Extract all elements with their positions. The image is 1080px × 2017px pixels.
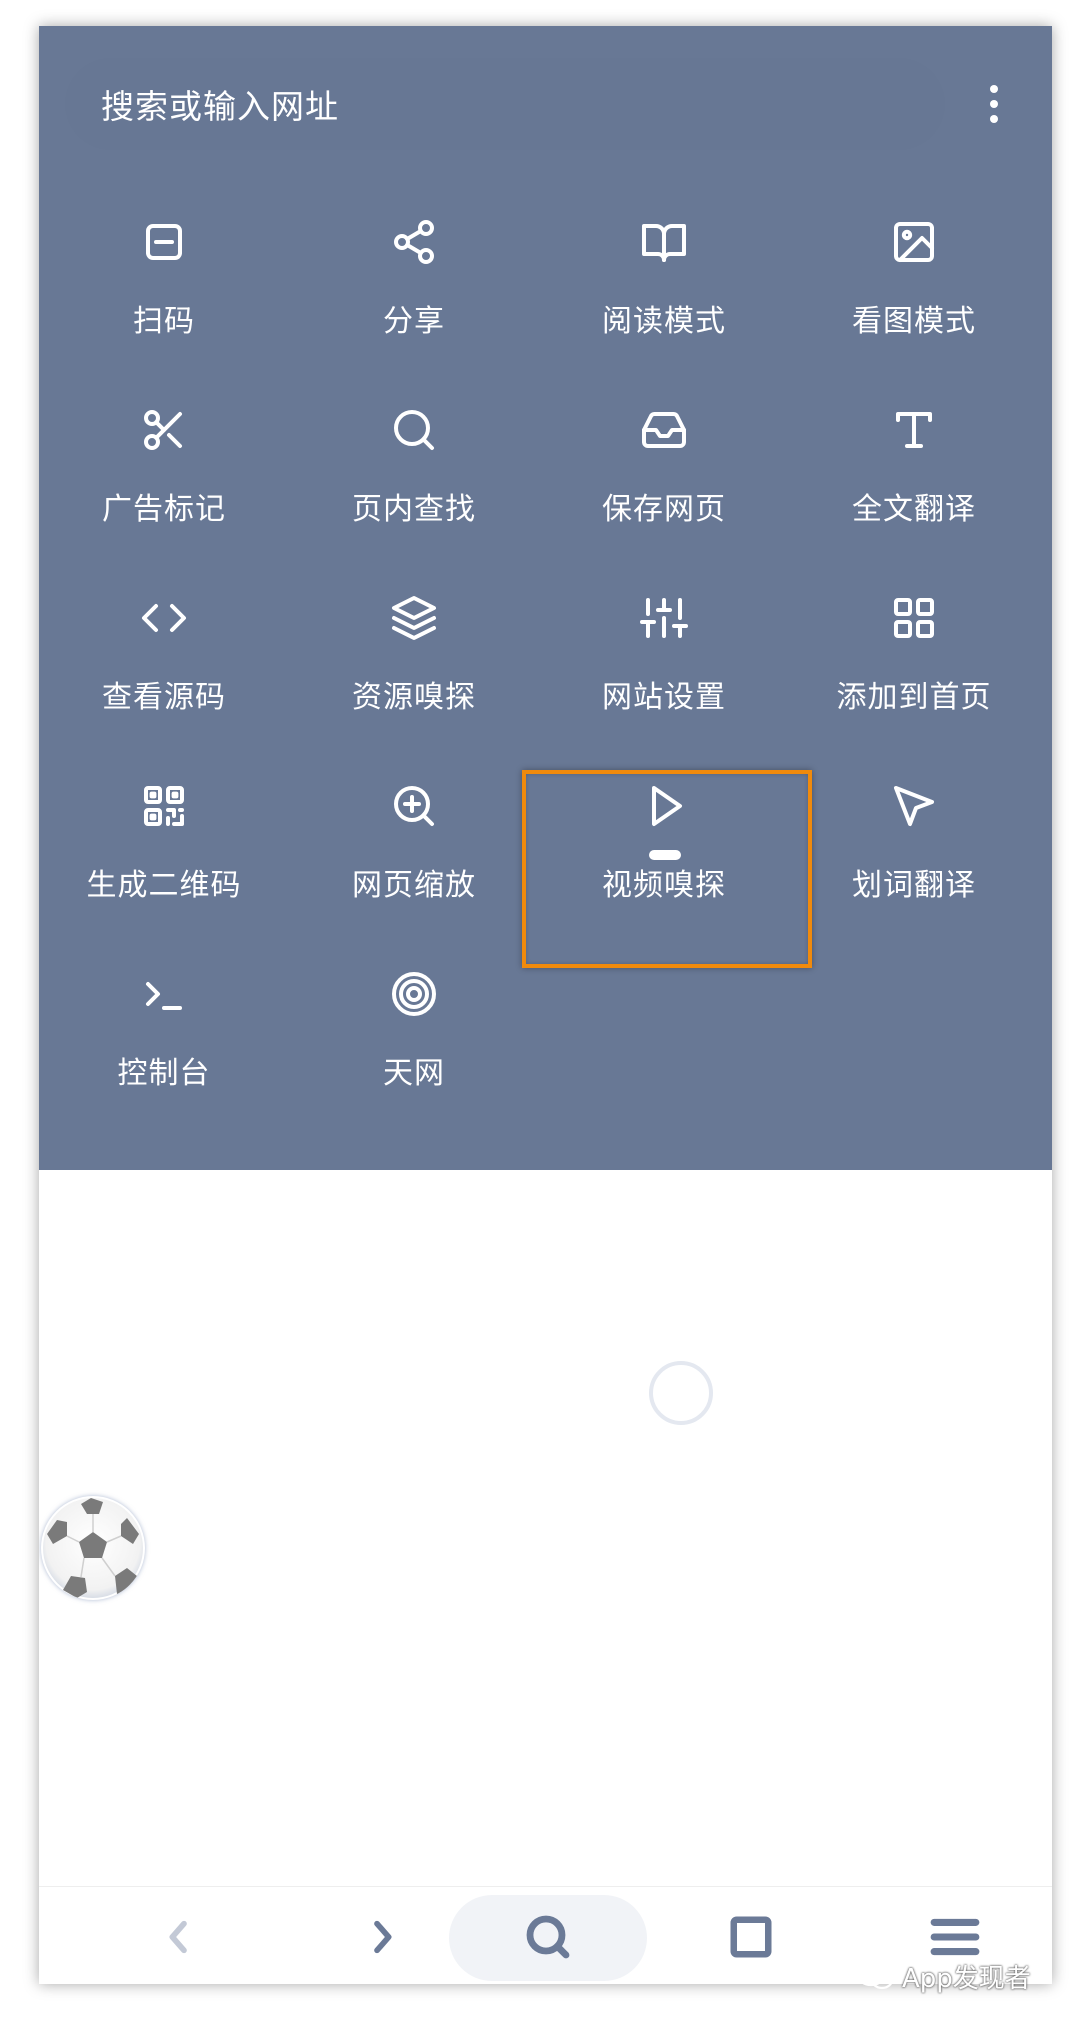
book-open-icon: [636, 214, 692, 270]
watermark: App发现者: [856, 1958, 1031, 1995]
play-underline-bar: [649, 850, 681, 860]
forward-icon: [374, 1920, 392, 1954]
scan-icon: [136, 214, 192, 270]
back-button[interactable]: [139, 1899, 219, 1975]
menu-item-scan[interactable]: 扫码: [39, 204, 289, 392]
menu-item-label: 网站设置: [602, 680, 726, 715]
menu-item-view-source[interactable]: 查看源码: [39, 580, 289, 768]
search-icon: [526, 1915, 570, 1959]
menu-item-label: 看图模式: [852, 304, 976, 339]
menu-item-label: 划词翻译: [852, 868, 976, 903]
search-bar[interactable]: 搜索或输入网址: [65, 58, 945, 150]
menu-item-label: 全文翻译: [852, 492, 976, 527]
tabs-icon: [730, 1916, 772, 1958]
menu-item-ad-marker[interactable]: 广告标记: [39, 392, 289, 580]
bottom-search-icon-button[interactable]: [508, 1899, 588, 1975]
menu-item-console[interactable]: 控制台: [39, 956, 289, 1144]
target-icon: [386, 966, 442, 1022]
menu-item-find-in-page[interactable]: 页内查找: [289, 392, 539, 580]
grid-icon: [886, 590, 942, 646]
menu-item-label: 网页缩放: [352, 868, 476, 903]
menu-item-label: 页内查找: [352, 492, 476, 527]
play-icon: [636, 778, 692, 834]
share-icon: [386, 214, 442, 270]
dot-icon: [990, 100, 998, 108]
image-icon: [886, 214, 942, 270]
menu-item-label: 广告标记: [102, 492, 226, 527]
forward-button[interactable]: [342, 1899, 422, 1975]
menu-item-image-mode[interactable]: 看图模式: [789, 204, 1039, 392]
zoom-in-icon: [386, 778, 442, 834]
menu-item-video-sniff[interactable]: 视频嗅探: [539, 768, 789, 956]
layers-icon: [386, 590, 442, 646]
menu-item-label: 天网: [383, 1056, 445, 1091]
back-icon: [169, 1920, 187, 1954]
soccer-ball-icon: [43, 1498, 143, 1598]
cursor-arrow-icon: [886, 778, 942, 834]
menu-item-save-page[interactable]: 保存网页: [539, 392, 789, 580]
menu-item-label: 查看源码: [102, 680, 226, 715]
menu-item-resource-sniff[interactable]: 资源嗅探: [289, 580, 539, 768]
text-t-icon: [886, 402, 942, 458]
menu-item-generate-qr[interactable]: 生成二维码: [39, 768, 289, 956]
search-input-placeholder[interactable]: 搜索或输入网址: [101, 80, 339, 128]
menu-item-label: 添加到首页: [836, 680, 992, 715]
dot-icon: [990, 115, 998, 123]
dot-icon: [990, 85, 998, 93]
menu-item-label: 生成二维码: [86, 868, 242, 903]
scissors-icon: [136, 402, 192, 458]
sliders-icon: [636, 590, 692, 646]
menu-item-skynet[interactable]: 天网: [289, 956, 539, 1144]
menu-item-share[interactable]: 分享: [289, 204, 539, 392]
menu-item-label: 阅读模式: [602, 304, 726, 339]
qr-code-icon: [136, 778, 192, 834]
search-icon: [386, 402, 442, 458]
menu-item-label: 资源嗅探: [352, 680, 476, 715]
inbox-icon: [636, 402, 692, 458]
menu-grid: 扫码 分享 阅读模式 看图模式 广告标记 页内查找 保存网页 全文翻译 查看源码…: [39, 204, 1052, 1144]
menu-item-page-zoom[interactable]: 网页缩放: [289, 768, 539, 956]
menu-icon: [930, 1918, 980, 1956]
menu-item-label: 控制台: [117, 1056, 211, 1091]
menu-item-label: 分享: [383, 304, 445, 339]
menu-item-label: 扫码: [133, 304, 195, 339]
floating-ball-button[interactable]: [41, 1496, 145, 1600]
more-options-button[interactable]: [959, 68, 1029, 140]
menu-item-reading-mode[interactable]: 阅读模式: [539, 204, 789, 392]
menu-item-site-settings[interactable]: 网站设置: [539, 580, 789, 768]
menu-item-word-translate[interactable]: 划词翻译: [789, 768, 1039, 956]
menu-item-add-to-home[interactable]: 添加到首页: [789, 580, 1039, 768]
code-icon: [136, 590, 192, 646]
quick-menu-panel: 搜索或输入网址 扫码 分享 阅读模式 看图模式 广告标记 页内查找 保存网页 全…: [39, 26, 1052, 1170]
wechat-icon: [856, 1963, 894, 1989]
menu-item-full-translate[interactable]: 全文翻译: [789, 392, 1039, 580]
tabs-button[interactable]: [711, 1899, 791, 1975]
menu-item-label: 保存网页: [602, 492, 726, 527]
browser-screenshot: 搜索或输入网址 扫码 分享 阅读模式 看图模式 广告标记 页内查找 保存网页 全…: [39, 26, 1052, 1984]
watermark-text: App发现者: [902, 1964, 1031, 1994]
menu-item-label: 视频嗅探: [602, 868, 726, 903]
loading-spinner: [649, 1361, 713, 1425]
terminal-icon: [136, 966, 192, 1022]
